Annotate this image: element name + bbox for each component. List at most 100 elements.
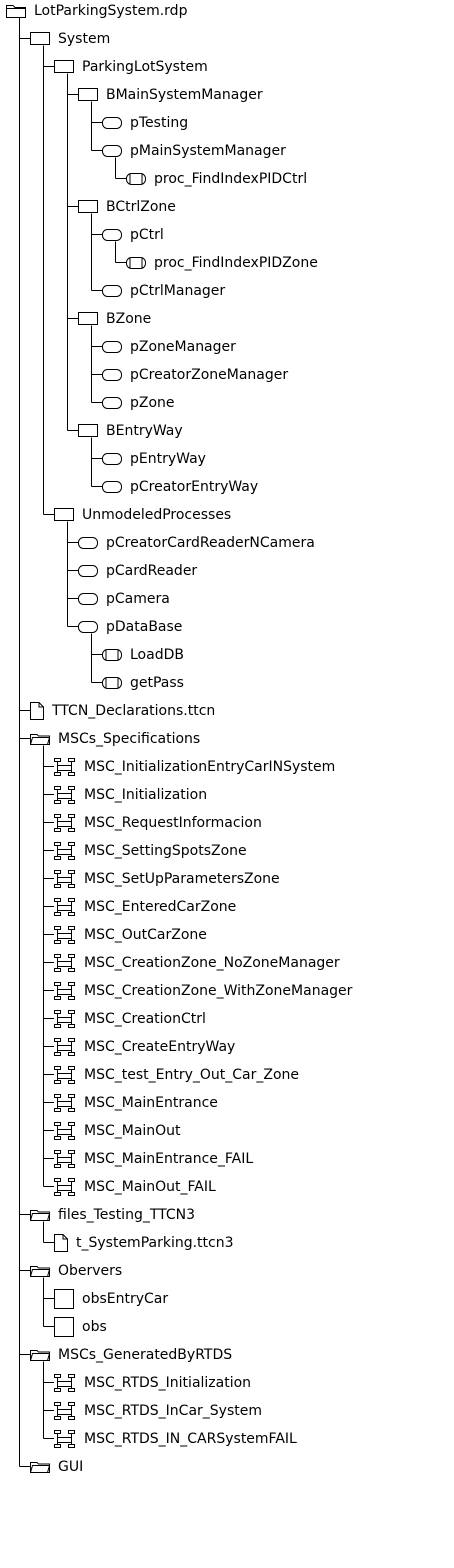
tree-item-gui[interactable]: GUI bbox=[30, 1455, 83, 1479]
tree-item-pcreatorentryway[interactable]: pCreatorEntryWay bbox=[102, 475, 258, 499]
procedure-icon bbox=[102, 648, 122, 661]
tree-item-files-testing-ttcn3[interactable]: files_Testing_TTCN3 bbox=[30, 1203, 195, 1227]
msc-icon bbox=[54, 925, 76, 944]
msc-icon bbox=[54, 1429, 76, 1448]
tree-item-label: MSC_MainEntrance_FAIL bbox=[84, 1150, 254, 1167]
tree-item-label: proc_FindIndexPIDZone bbox=[154, 254, 318, 271]
tree-item-label: t_SystemParking.ttcn3 bbox=[76, 1234, 234, 1251]
block-icon bbox=[54, 508, 74, 521]
tree-item-proc-findindexpidzone[interactable]: proc_FindIndexPIDZone bbox=[126, 251, 318, 275]
tree-item-mscs-specifications[interactable]: MSCs_Specifications bbox=[30, 727, 200, 751]
observer-icon bbox=[54, 1316, 74, 1337]
tree-item-bentryway[interactable]: BEntryWay bbox=[78, 419, 183, 443]
tree-item-msc-settingspotszone[interactable]: MSC_SettingSpotsZone bbox=[54, 839, 247, 863]
msc-icon bbox=[54, 841, 76, 860]
tree-item-msc-setupparameterszone[interactable]: MSC_SetUpParametersZone bbox=[54, 867, 280, 891]
tree-item-bctrlzone[interactable]: BCtrlZone bbox=[78, 195, 176, 219]
msc-icon bbox=[54, 1401, 76, 1420]
tree-item-pctrlmanager[interactable]: pCtrlManager bbox=[102, 279, 225, 303]
block-icon bbox=[78, 88, 98, 101]
tree-item-system[interactable]: System bbox=[30, 27, 110, 51]
tree-item-pcreatorzonemanager[interactable]: pCreatorZoneManager bbox=[102, 363, 288, 387]
tree-item-label: BCtrlZone bbox=[106, 198, 176, 215]
tree-item-label: Obervers bbox=[58, 1262, 123, 1279]
tree-item-obervers[interactable]: Obervers bbox=[30, 1259, 122, 1283]
system-icon bbox=[30, 32, 50, 45]
process-icon bbox=[102, 284, 122, 297]
tree-item-label: MSC_RequestInformacion bbox=[84, 814, 262, 831]
tree-item-msc-requestinformacion[interactable]: MSC_RequestInformacion bbox=[54, 811, 262, 835]
tree-item-msc-creationctrl[interactable]: MSC_CreationCtrl bbox=[54, 1007, 206, 1031]
tree-item-pcardreader[interactable]: pCardReader bbox=[78, 559, 197, 583]
tree-item-label: BEntryWay bbox=[106, 422, 183, 439]
tree-item-pdatabase[interactable]: pDataBase bbox=[78, 615, 182, 639]
msc-icon bbox=[54, 897, 76, 916]
tree-item-msc-createentryway[interactable]: MSC_CreateEntryWay bbox=[54, 1035, 235, 1059]
tree-item-pzone[interactable]: pZone bbox=[102, 391, 175, 415]
msc-icon bbox=[54, 1037, 76, 1056]
procedure-icon bbox=[102, 676, 122, 689]
tree-item-label: pCreatorCardReaderNCamera bbox=[106, 534, 315, 551]
file-icon bbox=[30, 701, 44, 720]
tree-item-msc-enteredcarzone[interactable]: MSC_EnteredCarZone bbox=[54, 895, 236, 919]
tree-item-msc-initialization[interactable]: MSC_Initialization bbox=[54, 783, 207, 807]
tree-item-obsentrycar[interactable]: obsEntryCar bbox=[54, 1287, 168, 1311]
msc-icon bbox=[54, 757, 76, 776]
tree-item-msc-mainout-fail[interactable]: MSC_MainOut_FAIL bbox=[54, 1175, 216, 1199]
tree-item-label: MSC_SettingSpotsZone bbox=[84, 842, 247, 859]
tree-item-msc-mainentrance[interactable]: MSC_MainEntrance bbox=[54, 1091, 218, 1115]
tree-item-label: pCardReader bbox=[106, 562, 198, 579]
tree-item-pcamera[interactable]: pCamera bbox=[78, 587, 170, 611]
msc-icon bbox=[54, 869, 76, 888]
observer-icon bbox=[54, 1288, 74, 1309]
tree-item-mscs-generatedbyrtds[interactable]: MSCs_GeneratedByRTDS bbox=[30, 1343, 232, 1367]
tree-item-t-systemparking-ttcn3[interactable]: t_SystemParking.ttcn3 bbox=[54, 1231, 234, 1255]
process-icon bbox=[78, 620, 98, 633]
tree-item-msc-creationzone-withzonemanager[interactable]: MSC_CreationZone_WithZoneManager bbox=[54, 979, 352, 1003]
tree-item-lotparkingsystem-rdp[interactable]: LotParkingSystem.rdp bbox=[6, 0, 187, 23]
tree-item-pcreatorcardreaderncamera[interactable]: pCreatorCardReaderNCamera bbox=[78, 531, 315, 555]
tree-item-label: getPass bbox=[130, 674, 184, 691]
tree-item-pctrl[interactable]: pCtrl bbox=[102, 223, 164, 247]
msc-icon bbox=[54, 813, 76, 832]
tree-item-ttcn-declarations-ttcn[interactable]: TTCN_Declarations.ttcn bbox=[30, 699, 215, 723]
tree-item-msc-test-entry-out-car-zone[interactable]: MSC_test_Entry_Out_Car_Zone bbox=[54, 1063, 299, 1087]
tree-item-loaddb[interactable]: LoadDB bbox=[102, 643, 184, 667]
process-icon bbox=[78, 592, 98, 605]
procedure-icon bbox=[126, 172, 146, 185]
tree-item-label: LoadDB bbox=[130, 646, 184, 663]
process-icon bbox=[78, 536, 98, 549]
tree-item-msc-initializationentrycarinsystem[interactable]: MSC_InitializationEntryCarINSystem bbox=[54, 755, 335, 779]
tree-item-pzonemanager[interactable]: pZoneManager bbox=[102, 335, 236, 359]
tree-item-label: LotParkingSystem.rdp bbox=[34, 2, 188, 19]
tree-item-label: pCamera bbox=[106, 590, 170, 607]
tree-item-msc-rtds-in-carsystemfail[interactable]: MSC_RTDS_IN_CARSystemFAIL bbox=[54, 1427, 297, 1451]
tree-item-msc-creationzone-nozonemanager[interactable]: MSC_CreationZone_NoZoneManager bbox=[54, 951, 340, 975]
tree-item-label: MSC_RTDS_InCar_System bbox=[84, 1402, 262, 1419]
tree-item-bzone[interactable]: BZone bbox=[78, 307, 151, 331]
msc-icon bbox=[54, 1177, 76, 1196]
folder-icon bbox=[30, 1265, 50, 1277]
process-icon bbox=[102, 228, 122, 241]
tree-item-parkinglotsystem[interactable]: ParkingLotSystem bbox=[54, 55, 208, 79]
tree-item-msc-mainentrance-fail[interactable]: MSC_MainEntrance_FAIL bbox=[54, 1147, 253, 1171]
tree-item-label: MSC_RTDS_IN_CARSystemFAIL bbox=[84, 1430, 297, 1447]
tree-item-getpass[interactable]: getPass bbox=[102, 671, 184, 695]
tree-item-bmainsystemmanager[interactable]: BMainSystemManager bbox=[78, 83, 263, 107]
project-tree: LotParkingSystem.rdp System ParkingLotSyst… bbox=[0, 0, 454, 1568]
tree-item-proc-findindexpidctrl[interactable]: proc_FindIndexPIDCtrl bbox=[126, 167, 307, 191]
tree-item-label: obs bbox=[82, 1318, 107, 1335]
tree-item-msc-rtds-initialization[interactable]: MSC_RTDS_Initialization bbox=[54, 1371, 251, 1395]
block-icon bbox=[78, 424, 98, 437]
tree-item-unmodeledprocesses[interactable]: UnmodeledProcesses bbox=[54, 503, 231, 527]
tree-item-pentryway[interactable]: pEntryWay bbox=[102, 447, 206, 471]
tree-item-msc-mainout[interactable]: MSC_MainOut bbox=[54, 1119, 181, 1143]
tree-item-ptesting[interactable]: pTesting bbox=[102, 111, 188, 135]
tree-item-msc-outcarzone[interactable]: MSC_OutCarZone bbox=[54, 923, 207, 947]
tree-item-label: MSC_InitializationEntryCarINSystem bbox=[84, 758, 336, 775]
tree-item-label: MSC_test_Entry_Out_Car_Zone bbox=[84, 1066, 300, 1083]
tree-item-pmainsystemmanager[interactable]: pMainSystemManager bbox=[102, 139, 286, 163]
tree-item-msc-rtds-incar-system[interactable]: MSC_RTDS_InCar_System bbox=[54, 1399, 262, 1423]
tree-item-label: MSC_EnteredCarZone bbox=[84, 898, 237, 915]
tree-item-obs[interactable]: obs bbox=[54, 1315, 107, 1339]
